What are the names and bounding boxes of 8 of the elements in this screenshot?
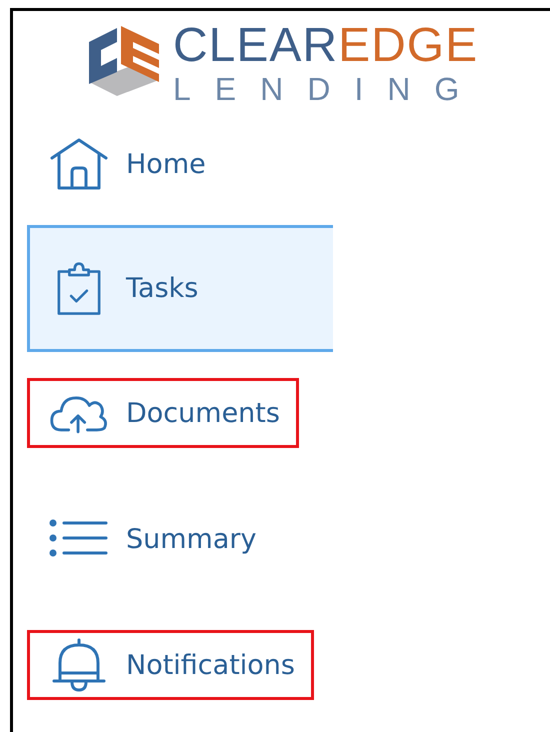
home-icon <box>48 136 110 192</box>
nav-item[interactable]: Home <box>27 129 225 199</box>
nav-item[interactable]: Documents <box>27 378 299 448</box>
nav-item[interactable]: Summary <box>27 504 276 574</box>
brand-name: CLEAREDGE <box>173 21 480 71</box>
nav-item[interactable]: Notifications <box>27 630 314 700</box>
nav-item[interactable]: Tasks <box>27 225 333 352</box>
brand-tagline: LENDING <box>173 71 484 107</box>
